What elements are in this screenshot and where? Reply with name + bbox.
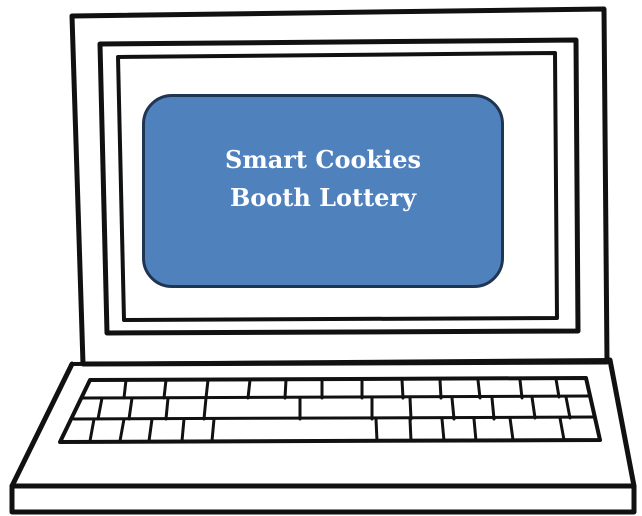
keyboard-row-line xyxy=(80,394,592,400)
lottery-title-panel: Smart Cookies Booth Lottery xyxy=(142,94,504,288)
laptop-base-front xyxy=(9,483,637,515)
panel-title-line2: Booth Lottery xyxy=(229,183,417,212)
keyboard-outline xyxy=(58,376,602,444)
keyboard-keys-row2 xyxy=(96,395,572,421)
keyboard-keys-row3 xyxy=(88,416,566,443)
panel-title-line1: Smart Cookies xyxy=(224,145,421,174)
